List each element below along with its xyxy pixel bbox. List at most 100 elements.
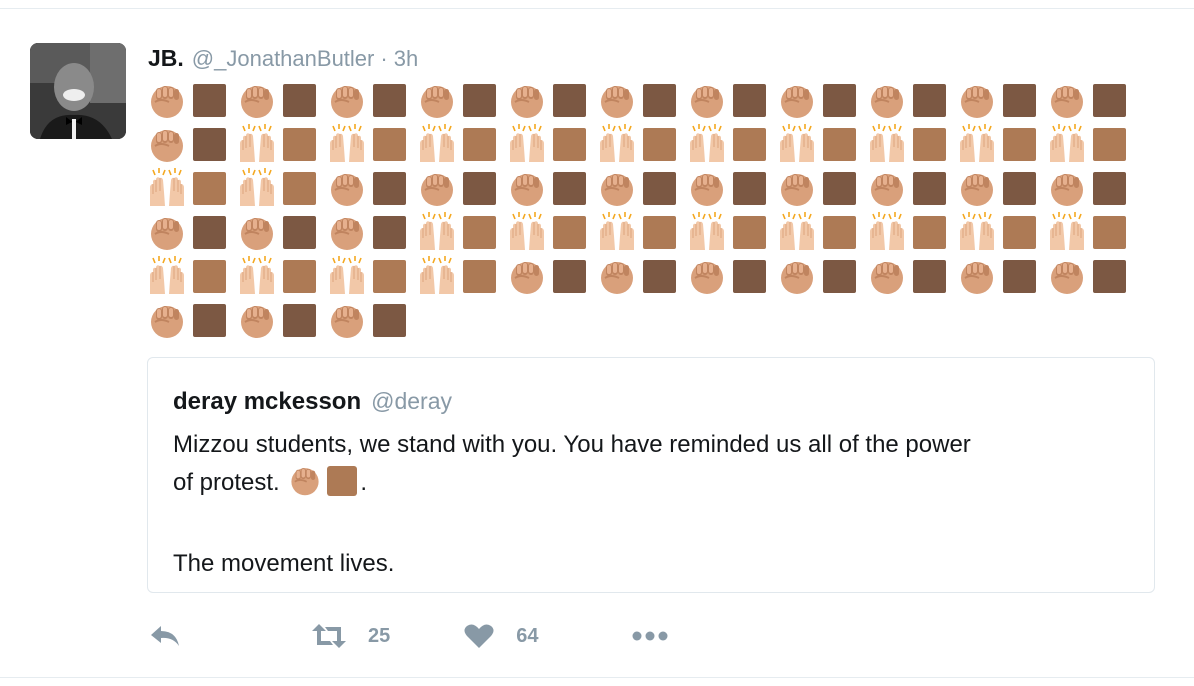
square-brown-icon bbox=[642, 122, 687, 166]
square-brown-icon bbox=[372, 122, 417, 166]
square-dark-brown-icon bbox=[912, 166, 957, 210]
header-separator: · bbox=[380, 46, 388, 71]
quoted-author-name[interactable]: deray mckesson bbox=[173, 388, 361, 416]
retweet-count: 25 bbox=[368, 624, 391, 647]
avatar[interactable] bbox=[30, 43, 126, 139]
emoji-row bbox=[147, 122, 1137, 166]
fist-icon bbox=[147, 298, 192, 342]
fist-icon bbox=[417, 78, 462, 122]
fist-icon bbox=[237, 210, 282, 254]
author-username[interactable]: @_JonathanButler bbox=[192, 46, 375, 72]
square-dark-brown-icon bbox=[822, 254, 867, 298]
fist-icon bbox=[1047, 166, 1092, 210]
square-dark-brown-icon bbox=[552, 166, 597, 210]
square-dark-brown-icon bbox=[372, 166, 417, 210]
square-dark-brown-icon bbox=[732, 254, 777, 298]
more-button[interactable] bbox=[631, 630, 669, 642]
square-dark-brown-icon bbox=[1092, 78, 1137, 122]
fist-icon bbox=[777, 78, 822, 122]
raised-hands-icon bbox=[417, 254, 462, 298]
fist-icon bbox=[957, 78, 1002, 122]
quoted-text-line1: Mizzou students, we stand with you. You … bbox=[173, 431, 971, 458]
fist-icon bbox=[867, 254, 912, 298]
square-brown-icon bbox=[372, 254, 417, 298]
raised-hands-icon bbox=[237, 122, 282, 166]
fist-icon bbox=[957, 166, 1002, 210]
square-dark-brown-icon bbox=[192, 78, 237, 122]
square-dark-brown-icon bbox=[192, 122, 237, 166]
emoji-grid bbox=[147, 78, 1137, 342]
quoted-text-line3: The movement lives. bbox=[173, 550, 395, 577]
square-brown-icon bbox=[1092, 122, 1137, 166]
emoji-row bbox=[147, 78, 1137, 122]
square-brown-icon bbox=[732, 210, 777, 254]
square-dark-brown-icon bbox=[732, 78, 777, 122]
raised-hands-icon bbox=[507, 122, 552, 166]
tweet[interactable]: JB. @_JonathanButler · 3h deray mckesson… bbox=[0, 9, 1194, 677]
retweet-icon bbox=[310, 623, 348, 649]
fist-icon bbox=[327, 78, 372, 122]
fist-icon bbox=[687, 78, 732, 122]
raised-hands-icon bbox=[327, 254, 372, 298]
square-brown-icon bbox=[1092, 210, 1137, 254]
square-brown-icon bbox=[552, 210, 597, 254]
fist-icon bbox=[417, 166, 462, 210]
fist-icon bbox=[327, 210, 372, 254]
raised-hands-icon bbox=[507, 210, 552, 254]
quoted-author-username[interactable]: @deray bbox=[371, 388, 452, 415]
square-brown-icon bbox=[1002, 210, 1047, 254]
quoted-text: Mizzou students, we stand with you. You … bbox=[173, 426, 1133, 582]
raised-hands-icon bbox=[237, 254, 282, 298]
author-fullname[interactable]: JB. bbox=[148, 45, 184, 72]
square-brown-icon bbox=[282, 166, 327, 210]
quoted-text-line2-prefix: of protest. bbox=[173, 469, 280, 496]
reply-button[interactable] bbox=[148, 624, 182, 648]
quoted-text-line2: of protest. . bbox=[173, 463, 1133, 508]
square-dark-brown-icon bbox=[1092, 166, 1137, 210]
fist-icon bbox=[957, 254, 1002, 298]
emoji-row bbox=[147, 298, 1137, 342]
square-dark-brown-icon bbox=[642, 166, 687, 210]
square-dark-brown-icon bbox=[192, 298, 237, 342]
raised-hands-icon bbox=[597, 122, 642, 166]
fist-icon bbox=[288, 463, 322, 508]
fist-icon bbox=[147, 122, 192, 166]
like-button[interactable]: 64 bbox=[464, 623, 539, 649]
emoji-row bbox=[147, 166, 1137, 210]
square-dark-brown-icon bbox=[282, 298, 327, 342]
quoted-tweet[interactable]: deray mckesson @deray Mizzou students, w… bbox=[147, 357, 1155, 593]
fist-icon bbox=[597, 166, 642, 210]
raised-hands-icon bbox=[597, 210, 642, 254]
square-brown-icon bbox=[822, 122, 867, 166]
fist-icon bbox=[237, 78, 282, 122]
square-dark-brown-icon bbox=[552, 78, 597, 122]
fist-icon bbox=[1047, 78, 1092, 122]
fist-icon bbox=[237, 298, 282, 342]
raised-hands-icon bbox=[237, 166, 282, 210]
tweet-timestamp[interactable]: 3h bbox=[394, 46, 418, 72]
square-dark-brown-icon bbox=[912, 78, 957, 122]
square-dark-brown-icon bbox=[462, 166, 507, 210]
raised-hands-icon bbox=[957, 122, 1002, 166]
fist-icon bbox=[597, 254, 642, 298]
fist-icon bbox=[777, 166, 822, 210]
square-dark-brown-icon bbox=[1002, 254, 1047, 298]
fist-icon bbox=[507, 166, 552, 210]
square-brown-icon bbox=[462, 122, 507, 166]
square-brown-icon bbox=[462, 254, 507, 298]
like-count: 64 bbox=[516, 624, 539, 647]
tweet-header: JB. @_JonathanButler · 3h bbox=[148, 45, 418, 75]
fist-icon bbox=[507, 78, 552, 122]
raised-hands-icon bbox=[327, 122, 372, 166]
retweet-button[interactable]: 25 bbox=[310, 623, 390, 649]
square-brown-icon bbox=[282, 122, 327, 166]
quoted-text-line2-suffix: . bbox=[360, 469, 368, 496]
bottom-divider bbox=[0, 677, 1194, 678]
square-brown-icon bbox=[192, 166, 237, 210]
quoted-header: deray mckesson @deray bbox=[173, 388, 452, 416]
reply-icon bbox=[148, 624, 182, 648]
raised-hands-icon bbox=[867, 122, 912, 166]
square-brown-icon bbox=[912, 122, 957, 166]
square-dark-brown-icon bbox=[822, 166, 867, 210]
tweet-actions: 25 64 bbox=[148, 621, 669, 651]
